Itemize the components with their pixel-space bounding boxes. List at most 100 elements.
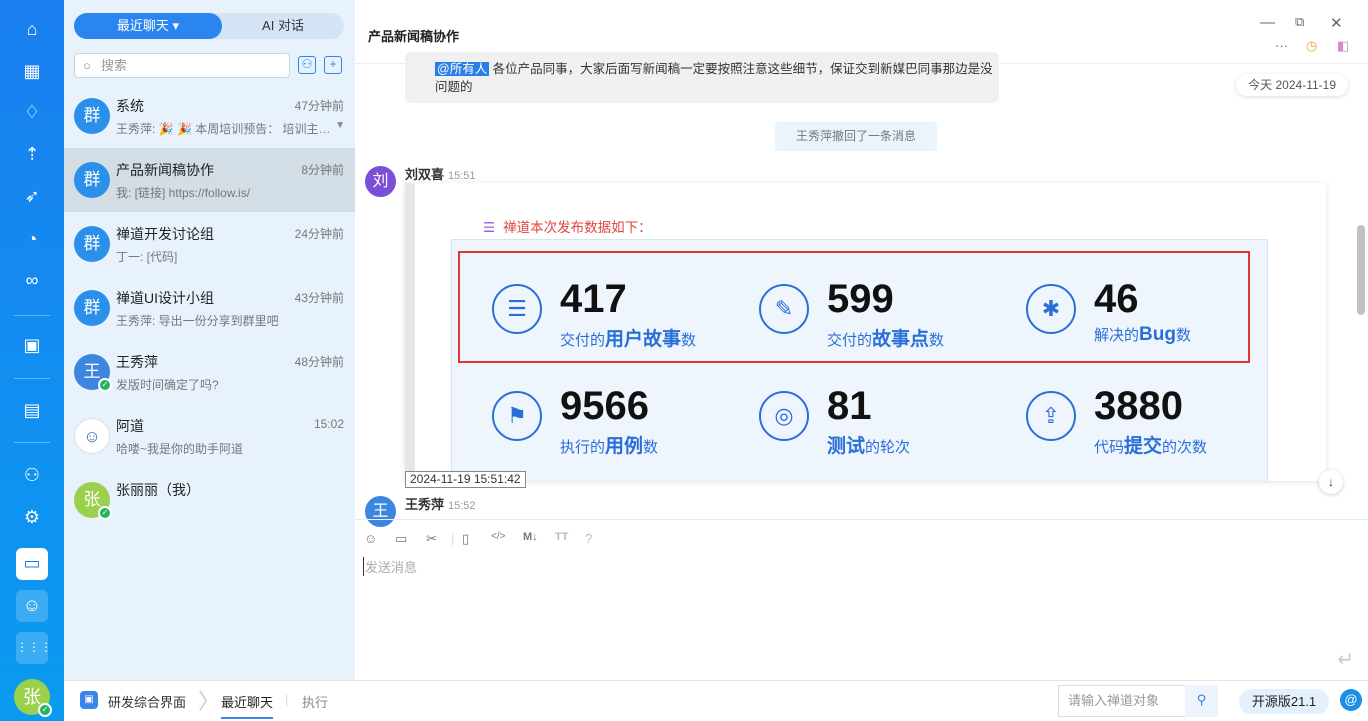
tab-recent-chats[interactable]: 最近聊天 ▾ [74, 13, 222, 39]
markdown-icon[interactable]: M↓ [523, 531, 538, 543]
avatar: 群 [74, 226, 110, 262]
stat-icon: ✎ [759, 284, 809, 334]
file-icon[interactable]: ▯ [462, 531, 469, 547]
infinity-icon[interactable]: ∞ [17, 265, 47, 295]
emoji-icon[interactable]: ☺ [364, 531, 377, 546]
message-bubble: @所有人 各位产品同事，大家后面写新闻稿一定要按照注意这些细节，保证交到新媒巴同… [405, 52, 999, 103]
chat-panel: 产品新闻稿协作 — ⧉ ✕ ··· ◷ ◧ @所有人 各位产品同事，大家后面写新… [355, 0, 1368, 680]
stat-icon: ✱ [1026, 284, 1076, 334]
text-format-icon[interactable]: TT [555, 531, 568, 543]
conversation-preview: 王秀萍: 🎉 🎉 本周培训预告： 培训主… [116, 122, 331, 136]
stat-label: 解决的Bug数 [1094, 324, 1191, 345]
conversation-name: 阿道 [116, 418, 144, 434]
stat-item: ◎ 81 测试的轮次 [759, 383, 1019, 463]
my-avatar[interactable]: 张 ✓ [14, 679, 52, 717]
runner-icon[interactable]: ➶ [17, 181, 47, 211]
stats-grid: ☰ 417 交付的用户故事数 ✎ 599 交付的故事点数 ✱ 46 解决的Bug数 ⚑… [451, 239, 1268, 481]
footer-tab-execution[interactable]: 执行 [302, 692, 328, 711]
avatar: ☺ [74, 418, 110, 454]
doc-icon[interactable]: ▤ [17, 395, 47, 425]
avatar[interactable]: 刘 [365, 166, 396, 197]
avatar: 群 [74, 290, 110, 326]
more-apps-icon[interactable]: ⋮⋮⋮ [16, 632, 52, 664]
conversation-name: 王秀萍 [116, 354, 158, 370]
restore-button[interactable]: ⧉ [1295, 14, 1304, 30]
stat-label: 交付的用户故事数 [560, 329, 697, 350]
close-button[interactable]: ✕ [1330, 14, 1343, 32]
users-icon[interactable]: ⚇ [17, 460, 47, 490]
conversation-preview: 哈喽~我是你的助手阿道 [116, 442, 244, 456]
conversation-item[interactable]: 群 禅道开发讨论组 24分钟前 丁一: [代码] [64, 212, 355, 276]
version-badge[interactable]: 开源版21.1 [1239, 689, 1329, 714]
minimize-button[interactable]: — [1260, 14, 1275, 31]
nav-sidebar: ⌂ ▦ ♢ ⇡ ➶ ◔ ∞ ▣ ▤ ⚇ ⚙ ▭ ☺ ⋮⋮⋮ 张 ✓ [0, 0, 64, 721]
conversation-time: 15:02 [313, 417, 344, 431]
mention-all[interactable]: @所有人 [435, 62, 490, 76]
conversation-name: 产品新闻稿协作 [116, 162, 214, 178]
conversation-item[interactable]: 群 产品新闻稿协作 8分钟前 我: [链接] https://follow.is… [64, 148, 355, 212]
conversation-preview: 丁一: [代码] [116, 250, 178, 264]
stat-item: ☰ 417 交付的用户故事数 [492, 276, 752, 356]
avatar: 群 [74, 98, 110, 134]
image-message[interactable]: ☰ 禅道本次发布数据如下： ☰ 417 交付的用户故事数 ✎ 599 交付的故事点数… [405, 183, 1326, 481]
list-icon: ☰ [483, 220, 496, 235]
footer-tab-recent[interactable]: 最近聊天 [221, 692, 274, 719]
scissors-icon[interactable]: ✂ [426, 531, 437, 547]
scrollbar[interactable] [1357, 225, 1365, 315]
code-icon[interactable]: </> [491, 531, 505, 542]
stat-icon: ◎ [759, 391, 809, 441]
sidebar-toggle-icon[interactable]: ◧ [1337, 38, 1349, 54]
search-test-icon[interactable]: ◔ [17, 224, 47, 254]
enter-icon[interactable]: ↵ [1337, 647, 1354, 672]
conversation-preview: 我: [链接] https://follow.is/ [116, 186, 251, 200]
add-button[interactable]: + [324, 56, 342, 74]
conversation-name: 禅道开发讨论组 [116, 226, 214, 242]
online-icon: ✓ [38, 703, 52, 717]
image-icon[interactable]: ▭ [395, 531, 407, 547]
stat-label: 代码提交的次数 [1094, 436, 1208, 457]
help-icon[interactable]: ? [585, 531, 592, 546]
avatar: 王 ✓ [74, 354, 112, 392]
scroll-down-button[interactable]: ↓ [1319, 470, 1343, 494]
stat-label: 测试的轮次 [827, 436, 911, 457]
gear-icon[interactable]: ⚙ [17, 502, 47, 532]
date-badge: 今天 2024-11-19 [1236, 74, 1348, 96]
app-name[interactable]: 研发综合界面 [108, 692, 186, 711]
timestamp-tooltip: 2024-11-19 15:51:42 [405, 471, 526, 488]
chat-icon[interactable]: ▭ [16, 548, 48, 580]
conversation-item[interactable]: 张 ✓ 张丽丽（我） [64, 468, 355, 532]
conversation-time: 48分钟前 [294, 355, 344, 369]
conversation-time: 47分钟前 [294, 99, 344, 113]
apps-icon[interactable]: ▦ [17, 56, 47, 86]
contacts-button[interactable]: ⚇ [298, 56, 316, 74]
stat-value: 3880 [1094, 384, 1183, 428]
conversation-preview: 王秀萍: 导出一份分享到群里吧 [116, 314, 279, 328]
contact-icon[interactable]: ☺ [16, 590, 48, 622]
bulb-icon[interactable]: ♢ [17, 97, 47, 127]
message-editor[interactable]: ☺ ▭ ✂ | ▯ </> M↓ TT ? 发送消息 ↵ [355, 519, 1368, 680]
app-icon: ▣ [80, 691, 98, 709]
more-icon[interactable]: ··· [1275, 38, 1288, 53]
online-icon: ✓ [98, 506, 112, 520]
zentao-logo-icon[interactable]: @ [1340, 689, 1362, 711]
stat-item: ✱ 46 解决的Bug数 [1026, 276, 1286, 356]
home-icon[interactable]: ⌂ [17, 14, 47, 44]
message-input[interactable]: 发送消息 [363, 557, 417, 576]
conversation-item[interactable]: 群 禅道UI设计小组 43分钟前 王秀萍: 导出一份分享到群里吧 [64, 276, 355, 340]
search-input[interactable]: ○ 搜索 [74, 53, 290, 78]
stat-item: ✎ 599 交付的故事点数 [759, 276, 1019, 356]
stat-label: 交付的故事点数 [827, 329, 945, 350]
search-icon: ○ [83, 58, 91, 73]
rocket-icon[interactable]: ⇡ [17, 139, 47, 169]
search-button[interactable]: ⚲ [1185, 685, 1218, 717]
board-icon[interactable]: ▣ [17, 330, 47, 360]
conversation-time: 43分钟前 [294, 291, 344, 305]
conversation-item[interactable]: ☺ 阿道 15:02 哈喽~我是你的助手阿道 [64, 404, 355, 468]
conversation-item[interactable]: 王 ✓ 王秀萍 48分钟前 发版时间确定了吗? [64, 340, 355, 404]
stat-icon: ⇪ [1026, 391, 1076, 441]
conversation-item[interactable]: 群 系统 47分钟前 王秀萍: 🎉 🎉 本周培训预告： 培训主… ▼ [64, 84, 355, 148]
stat-icon: ☰ [492, 284, 542, 334]
conversation-list: 最近聊天 ▾ AI 对话 ○ 搜索 ⚇ + 群 系统 47分钟前 王秀萍: 🎉 🎉… [64, 0, 355, 680]
clock-comment-icon[interactable]: ◷ [1306, 38, 1317, 54]
tab-ai-chat[interactable]: AI 对话 [222, 13, 344, 39]
